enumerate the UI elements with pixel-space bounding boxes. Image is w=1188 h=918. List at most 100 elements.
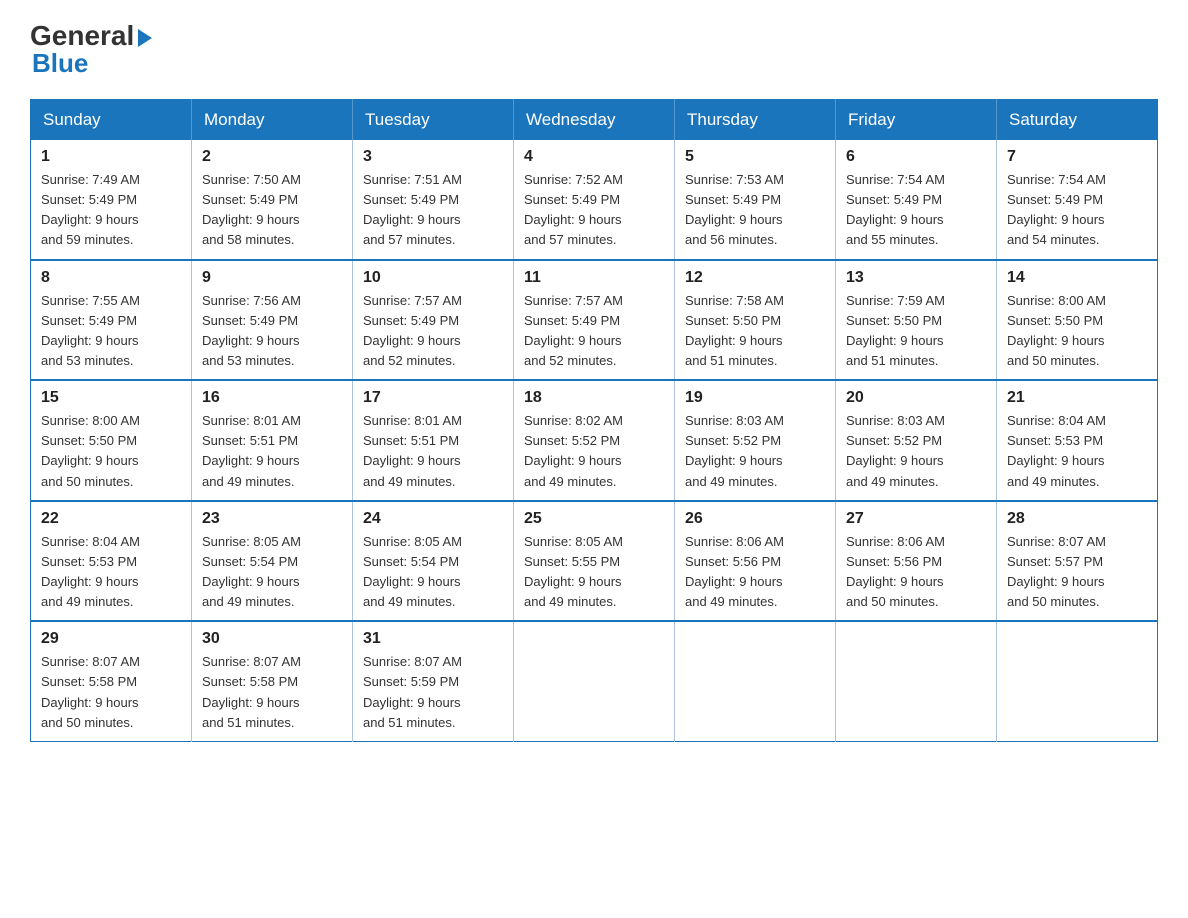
day-info: Sunrise: 8:03 AMSunset: 5:52 PMDaylight:… [846, 413, 945, 488]
calendar-day-cell: 21 Sunrise: 8:04 AMSunset: 5:53 PMDaylig… [997, 380, 1158, 501]
calendar-day-cell: 26 Sunrise: 8:06 AMSunset: 5:56 PMDaylig… [675, 501, 836, 622]
calendar-day-cell: 11 Sunrise: 7:57 AMSunset: 5:49 PMDaylig… [514, 260, 675, 381]
calendar-day-cell: 27 Sunrise: 8:06 AMSunset: 5:56 PMDaylig… [836, 501, 997, 622]
day-number: 1 [41, 148, 181, 166]
day-info: Sunrise: 8:05 AMSunset: 5:54 PMDaylight:… [202, 534, 301, 609]
day-info: Sunrise: 8:07 AMSunset: 5:59 PMDaylight:… [363, 654, 462, 729]
day-number: 6 [846, 148, 986, 166]
day-info: Sunrise: 8:01 AMSunset: 5:51 PMDaylight:… [202, 413, 301, 488]
day-info: Sunrise: 7:54 AMSunset: 5:49 PMDaylight:… [1007, 172, 1106, 247]
calendar-day-cell: 22 Sunrise: 8:04 AMSunset: 5:53 PMDaylig… [31, 501, 192, 622]
calendar-day-cell: 24 Sunrise: 8:05 AMSunset: 5:54 PMDaylig… [353, 501, 514, 622]
calendar-day-cell [836, 621, 997, 741]
day-number: 3 [363, 148, 503, 166]
day-number: 25 [524, 510, 664, 528]
day-info: Sunrise: 7:58 AMSunset: 5:50 PMDaylight:… [685, 293, 784, 368]
day-info: Sunrise: 8:00 AMSunset: 5:50 PMDaylight:… [41, 413, 140, 488]
day-number: 14 [1007, 269, 1147, 287]
day-info: Sunrise: 8:07 AMSunset: 5:58 PMDaylight:… [202, 654, 301, 729]
day-number: 21 [1007, 389, 1147, 407]
day-info: Sunrise: 7:49 AMSunset: 5:49 PMDaylight:… [41, 172, 140, 247]
weekday-header-monday: Monday [192, 100, 353, 141]
weekday-header-row: SundayMondayTuesdayWednesdayThursdayFrid… [31, 100, 1158, 141]
day-number: 17 [363, 389, 503, 407]
day-info: Sunrise: 7:59 AMSunset: 5:50 PMDaylight:… [846, 293, 945, 368]
day-info: Sunrise: 7:56 AMSunset: 5:49 PMDaylight:… [202, 293, 301, 368]
day-number: 23 [202, 510, 342, 528]
calendar-week-row: 8 Sunrise: 7:55 AMSunset: 5:49 PMDayligh… [31, 260, 1158, 381]
day-number: 19 [685, 389, 825, 407]
day-info: Sunrise: 7:53 AMSunset: 5:49 PMDaylight:… [685, 172, 784, 247]
weekday-header-tuesday: Tuesday [353, 100, 514, 141]
calendar-day-cell: 25 Sunrise: 8:05 AMSunset: 5:55 PMDaylig… [514, 501, 675, 622]
calendar-week-row: 1 Sunrise: 7:49 AMSunset: 5:49 PMDayligh… [31, 140, 1158, 260]
logo-blue: Blue [32, 48, 88, 79]
calendar-week-row: 15 Sunrise: 8:00 AMSunset: 5:50 PMDaylig… [31, 380, 1158, 501]
page-header: General Blue [30, 20, 1158, 79]
day-number: 26 [685, 510, 825, 528]
day-number: 13 [846, 269, 986, 287]
day-info: Sunrise: 7:57 AMSunset: 5:49 PMDaylight:… [363, 293, 462, 368]
calendar-day-cell: 16 Sunrise: 8:01 AMSunset: 5:51 PMDaylig… [192, 380, 353, 501]
calendar-day-cell: 30 Sunrise: 8:07 AMSunset: 5:58 PMDaylig… [192, 621, 353, 741]
calendar-day-cell: 29 Sunrise: 8:07 AMSunset: 5:58 PMDaylig… [31, 621, 192, 741]
calendar-day-cell [514, 621, 675, 741]
weekday-header-wednesday: Wednesday [514, 100, 675, 141]
calendar-day-cell: 8 Sunrise: 7:55 AMSunset: 5:49 PMDayligh… [31, 260, 192, 381]
day-number: 2 [202, 148, 342, 166]
calendar-day-cell: 18 Sunrise: 8:02 AMSunset: 5:52 PMDaylig… [514, 380, 675, 501]
day-number: 4 [524, 148, 664, 166]
calendar-day-cell: 5 Sunrise: 7:53 AMSunset: 5:49 PMDayligh… [675, 140, 836, 260]
calendar-day-cell: 17 Sunrise: 8:01 AMSunset: 5:51 PMDaylig… [353, 380, 514, 501]
calendar-day-cell: 1 Sunrise: 7:49 AMSunset: 5:49 PMDayligh… [31, 140, 192, 260]
day-number: 20 [846, 389, 986, 407]
calendar-week-row: 29 Sunrise: 8:07 AMSunset: 5:58 PMDaylig… [31, 621, 1158, 741]
day-number: 9 [202, 269, 342, 287]
calendar-day-cell: 7 Sunrise: 7:54 AMSunset: 5:49 PMDayligh… [997, 140, 1158, 260]
day-number: 30 [202, 630, 342, 648]
calendar-day-cell: 4 Sunrise: 7:52 AMSunset: 5:49 PMDayligh… [514, 140, 675, 260]
day-info: Sunrise: 8:00 AMSunset: 5:50 PMDaylight:… [1007, 293, 1106, 368]
day-info: Sunrise: 7:51 AMSunset: 5:49 PMDaylight:… [363, 172, 462, 247]
weekday-header-saturday: Saturday [997, 100, 1158, 141]
day-number: 24 [363, 510, 503, 528]
day-number: 31 [363, 630, 503, 648]
calendar-day-cell: 20 Sunrise: 8:03 AMSunset: 5:52 PMDaylig… [836, 380, 997, 501]
calendar-week-row: 22 Sunrise: 8:04 AMSunset: 5:53 PMDaylig… [31, 501, 1158, 622]
calendar-day-cell: 6 Sunrise: 7:54 AMSunset: 5:49 PMDayligh… [836, 140, 997, 260]
calendar-day-cell: 3 Sunrise: 7:51 AMSunset: 5:49 PMDayligh… [353, 140, 514, 260]
day-info: Sunrise: 8:02 AMSunset: 5:52 PMDaylight:… [524, 413, 623, 488]
calendar-day-cell: 19 Sunrise: 8:03 AMSunset: 5:52 PMDaylig… [675, 380, 836, 501]
day-number: 11 [524, 269, 664, 287]
calendar-day-cell: 2 Sunrise: 7:50 AMSunset: 5:49 PMDayligh… [192, 140, 353, 260]
calendar-day-cell [675, 621, 836, 741]
day-number: 5 [685, 148, 825, 166]
weekday-header-friday: Friday [836, 100, 997, 141]
day-number: 12 [685, 269, 825, 287]
day-number: 10 [363, 269, 503, 287]
day-info: Sunrise: 8:04 AMSunset: 5:53 PMDaylight:… [41, 534, 140, 609]
day-info: Sunrise: 8:05 AMSunset: 5:54 PMDaylight:… [363, 534, 462, 609]
logo-arrow-icon [138, 29, 152, 47]
day-info: Sunrise: 8:01 AMSunset: 5:51 PMDaylight:… [363, 413, 462, 488]
calendar-day-cell: 28 Sunrise: 8:07 AMSunset: 5:57 PMDaylig… [997, 501, 1158, 622]
calendar-day-cell: 15 Sunrise: 8:00 AMSunset: 5:50 PMDaylig… [31, 380, 192, 501]
calendar-table: SundayMondayTuesdayWednesdayThursdayFrid… [30, 99, 1158, 742]
day-number: 18 [524, 389, 664, 407]
weekday-header-sunday: Sunday [31, 100, 192, 141]
calendar-day-cell: 31 Sunrise: 8:07 AMSunset: 5:59 PMDaylig… [353, 621, 514, 741]
day-info: Sunrise: 8:04 AMSunset: 5:53 PMDaylight:… [1007, 413, 1106, 488]
day-info: Sunrise: 8:07 AMSunset: 5:57 PMDaylight:… [1007, 534, 1106, 609]
day-info: Sunrise: 7:55 AMSunset: 5:49 PMDaylight:… [41, 293, 140, 368]
calendar-day-cell: 23 Sunrise: 8:05 AMSunset: 5:54 PMDaylig… [192, 501, 353, 622]
day-info: Sunrise: 8:07 AMSunset: 5:58 PMDaylight:… [41, 654, 140, 729]
day-info: Sunrise: 7:50 AMSunset: 5:49 PMDaylight:… [202, 172, 301, 247]
day-info: Sunrise: 7:52 AMSunset: 5:49 PMDaylight:… [524, 172, 623, 247]
day-number: 7 [1007, 148, 1147, 166]
day-info: Sunrise: 8:05 AMSunset: 5:55 PMDaylight:… [524, 534, 623, 609]
day-info: Sunrise: 7:57 AMSunset: 5:49 PMDaylight:… [524, 293, 623, 368]
logo: General Blue [30, 20, 152, 79]
day-info: Sunrise: 8:06 AMSunset: 5:56 PMDaylight:… [685, 534, 784, 609]
calendar-day-cell [997, 621, 1158, 741]
calendar-day-cell: 12 Sunrise: 7:58 AMSunset: 5:50 PMDaylig… [675, 260, 836, 381]
